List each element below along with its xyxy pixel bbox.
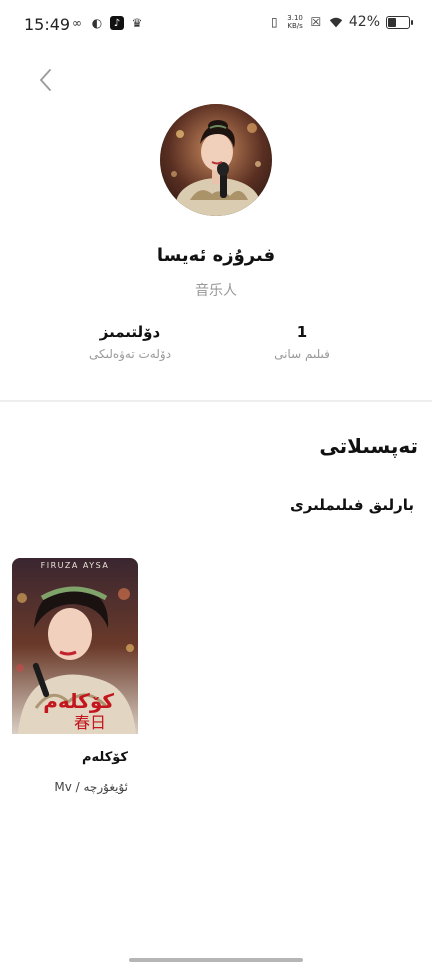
back-button[interactable]	[36, 66, 60, 94]
stat-nationality: دۆلتىمىز دۆلەت تەۋەلىكى	[55, 323, 205, 361]
details-heading: تەپسىلاتى	[319, 434, 418, 458]
film-subtitle: Mv / ئۇيغۇرچە	[54, 780, 128, 794]
battery-icon	[386, 15, 413, 29]
speed-unit: KB/s	[287, 22, 303, 30]
film-title[interactable]: كۆكلەم	[12, 750, 128, 765]
sim-icon: ☒	[310, 15, 322, 29]
stat-film-count-label: فىلىم سانى	[274, 347, 330, 361]
vibrate-icon: ▯	[270, 15, 278, 29]
tiktok-icon: ♪	[110, 16, 124, 30]
stat-film-count: 1 فىلىم سانى	[227, 323, 377, 361]
speed-value: 3.10	[287, 14, 303, 22]
status-bar: 15:49 ∞ ◐ ♪ ♛ ▯ 3.10 KB/s ☒ 42%	[0, 0, 432, 52]
divider	[0, 400, 432, 402]
poster-title: كۆكلەم	[43, 689, 114, 713]
artist-role: 音乐人	[195, 283, 237, 299]
stat-nationality-value: دۆلتىمىز	[99, 323, 161, 341]
artist-name: فىرۇزە ئەيسا	[156, 245, 276, 266]
network-speed: 3.10 KB/s	[287, 14, 303, 30]
status-right: ▯ 3.10 KB/s ☒ 42%	[267, 14, 413, 30]
wifi-icon	[329, 15, 343, 29]
poster-top-text: FIRUZA AYSA	[41, 561, 110, 570]
film-card-poster[interactable]: FIRUZA AYSA كۆكلەم 春日	[12, 558, 138, 734]
avatar[interactable]	[160, 104, 272, 216]
app-icon: ◐	[91, 16, 103, 30]
stat-film-count-value: 1	[296, 323, 308, 341]
notification-icons: ∞ ◐ ♪ ♛	[70, 16, 144, 30]
home-indicator[interactable]	[129, 958, 303, 962]
avatar-image	[160, 104, 272, 216]
film-poster-image: FIRUZA AYSA كۆكلەم 春日	[12, 558, 138, 734]
link-icon: ∞	[72, 16, 82, 30]
stat-nationality-label: دۆلەت تەۋەلىكى	[88, 347, 172, 361]
crown-icon: ♛	[131, 16, 143, 30]
battery-percent: 42%	[348, 14, 380, 30]
status-time: 15:49	[24, 15, 71, 34]
poster-title-cn: 春日	[74, 713, 106, 732]
chevron-left-icon	[39, 69, 51, 91]
all-films-heading: بارلىق فىلىملىرى	[290, 496, 414, 514]
